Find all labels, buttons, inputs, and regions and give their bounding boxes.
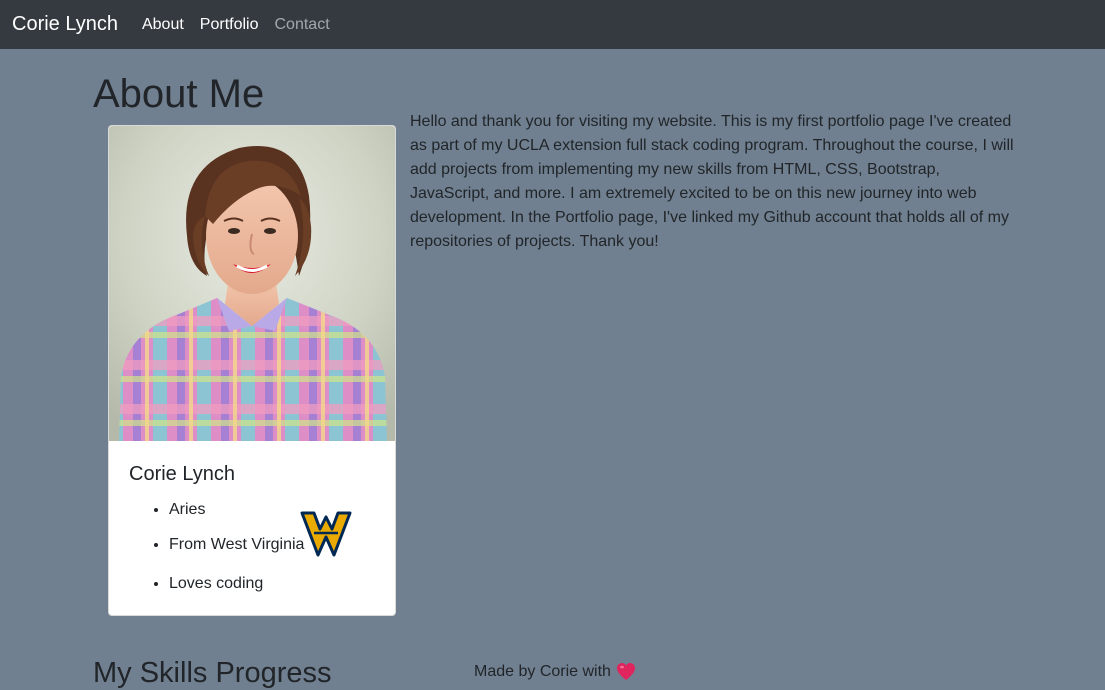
nav-link-about[interactable]: About (142, 16, 184, 34)
made-by-note: Made by Corie with (474, 662, 636, 682)
top-navbar: Corie Lynch About Portfolio Contact (0, 0, 1105, 49)
fact-item-sign: Aries (169, 498, 304, 522)
page-title: About Me (93, 72, 265, 116)
navbar-brand[interactable]: Corie Lynch (12, 13, 118, 36)
card-name: Corie Lynch (129, 463, 235, 485)
fact-item-home: From West Virginia (169, 511, 352, 557)
nav-link-contact[interactable]: Contact (275, 16, 330, 34)
wv-logo-icon (300, 509, 352, 559)
profile-photo (109, 126, 395, 441)
nav-link-portfolio[interactable]: Portfolio (200, 16, 259, 34)
fact-list: Aries From West Virginia Loves coding (149, 498, 352, 596)
intro-paragraph: Hello and thank you for visiting my webs… (410, 113, 1014, 250)
heart-icon (616, 662, 636, 682)
profile-card: Corie Lynch Aries From West Virginia Lov… (108, 125, 396, 616)
made-by-text: Made by Corie with (474, 663, 611, 680)
skills-title: My Skills Progress (93, 657, 332, 689)
fact-item-hobby: Loves coding (169, 572, 304, 596)
